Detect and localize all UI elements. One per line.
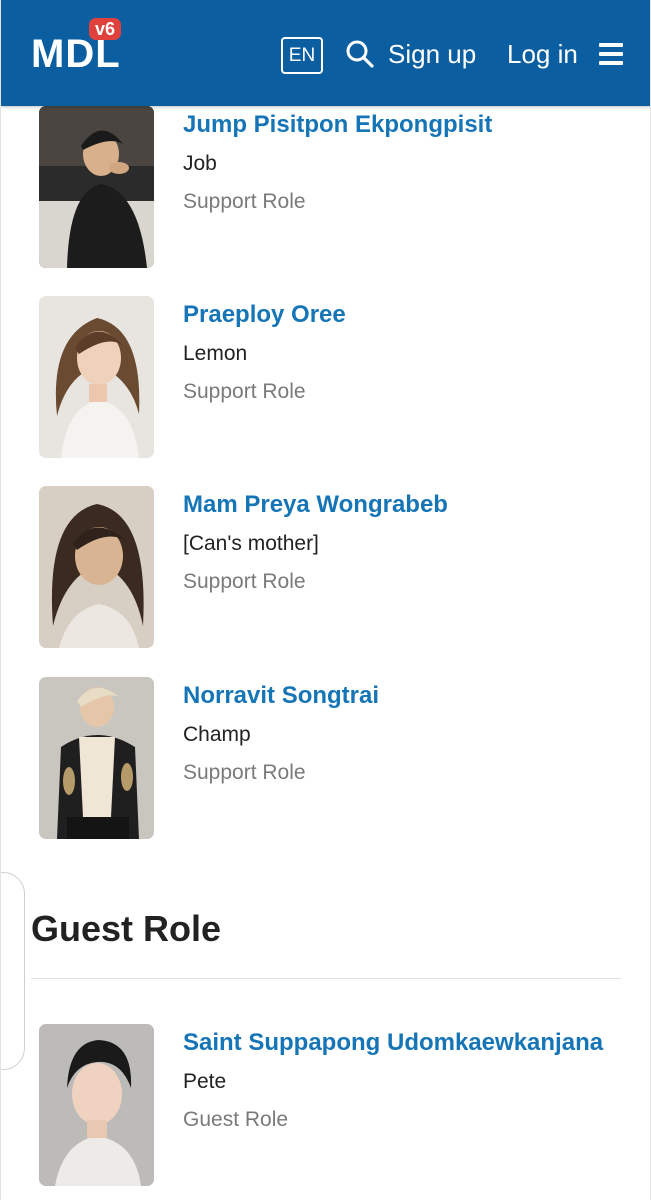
cast-row: Saint Suppapong Udomkaewkanjana Pete Gue…	[39, 1024, 639, 1186]
cast-photo[interactable]	[39, 106, 154, 268]
character-name: Pete	[183, 1070, 227, 1093]
section-title-guest-role: Guest Role	[31, 908, 222, 949]
side-drawer-handle[interactable]	[1, 872, 25, 1070]
hamburger-menu-icon[interactable]	[599, 43, 623, 65]
role-label: Support Role	[183, 761, 306, 784]
character-name: Job	[183, 152, 217, 175]
cast-photo[interactable]	[39, 296, 154, 458]
role-label: Guest Role	[183, 1108, 289, 1131]
role-label: Support Role	[183, 380, 306, 403]
cast-name-link[interactable]: Norravit Songtrai	[183, 681, 379, 711]
login-link[interactable]: Log in	[507, 38, 578, 70]
character-name: Lemon	[183, 342, 248, 365]
cast-page: MDL v6 EN Sign up Log in Jump Pisitpon E…	[0, 0, 651, 1200]
top-navbar: MDL v6 EN Sign up Log in	[1, 0, 650, 106]
cast-photo[interactable]	[39, 486, 154, 648]
cast-name-link[interactable]: Jump Pisitpon Ekpongpisit	[183, 110, 492, 140]
cast-row: Praeploy Oree Lemon Support Role	[39, 296, 639, 458]
character-name: Champ	[183, 723, 251, 746]
search-icon[interactable]	[345, 39, 375, 69]
cast-row: Jump Pisitpon Ekpongpisit Job Support Ro…	[39, 106, 639, 268]
cast-photo[interactable]	[39, 677, 154, 839]
cast-name-link[interactable]: Mam Preya Wongrabeb	[183, 490, 448, 520]
cast-row: Mam Preya Wongrabeb [Can's mother] Suppo…	[39, 486, 639, 648]
cast-name-link[interactable]: Saint Suppapong Udomkaewkanjana	[183, 1028, 603, 1058]
cast-name-link[interactable]: Praeploy Oree	[183, 300, 346, 330]
signup-link[interactable]: Sign up	[388, 38, 476, 70]
role-label: Support Role	[183, 190, 306, 213]
version-badge: v6	[89, 18, 122, 40]
cast-row: Norravit Songtrai Champ Support Role	[39, 677, 639, 839]
language-button[interactable]: EN	[281, 37, 323, 74]
role-label: Support Role	[183, 570, 306, 593]
section-divider	[31, 978, 621, 979]
character-name: [Can's mother]	[183, 532, 319, 555]
cast-photo[interactable]	[39, 1024, 154, 1186]
